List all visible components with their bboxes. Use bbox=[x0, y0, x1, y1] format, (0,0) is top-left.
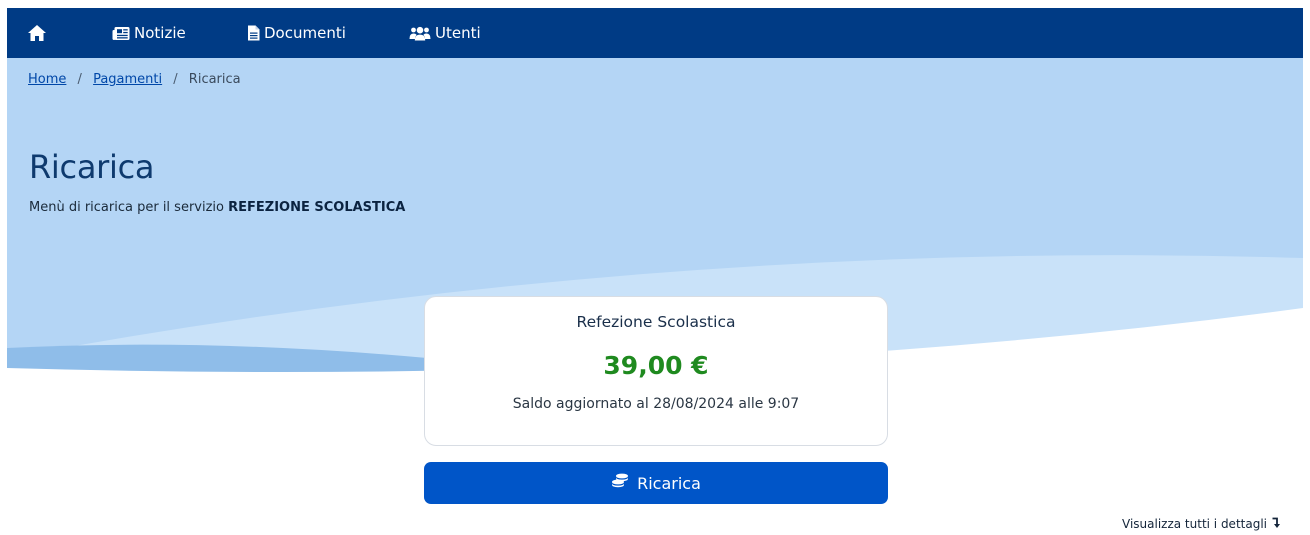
breadcrumb: Home / Pagamenti / Ricarica bbox=[28, 72, 241, 87]
recharge-button[interactable]: Ricarica bbox=[424, 462, 888, 504]
page-title: Ricarica bbox=[29, 148, 155, 186]
nav-label-notizie: Notizie bbox=[134, 24, 186, 42]
newspaper-icon bbox=[112, 26, 130, 41]
details-link-label: Visualizza tutti i dettagli bbox=[1122, 516, 1267, 531]
nav-label-documenti: Documenti bbox=[264, 24, 346, 42]
nav-item-notizie[interactable]: Notizie bbox=[112, 8, 186, 58]
breadcrumb-pagamenti[interactable]: Pagamenti bbox=[93, 72, 162, 87]
top-navbar: Notizie Documenti Utenti bbox=[7, 8, 1303, 58]
subtitle-service: REFEZIONE SCOLASTICA bbox=[228, 200, 406, 215]
home-icon bbox=[27, 24, 47, 42]
view-details-link[interactable]: Visualizza tutti i dettagli bbox=[1122, 515, 1282, 532]
recharge-button-label: Ricarica bbox=[637, 473, 701, 493]
subtitle-text: Menù di ricarica per il servizio bbox=[29, 200, 229, 215]
nav-label-utenti: Utenti bbox=[435, 24, 481, 42]
breadcrumb-separator: / bbox=[173, 72, 178, 87]
balance-card: Refezione Scolastica 39,00 € Saldo aggio… bbox=[424, 296, 888, 446]
nav-item-utenti[interactable]: Utenti bbox=[409, 8, 481, 58]
breadcrumb-home[interactable]: Home bbox=[28, 72, 66, 87]
balance-card-title: Refezione Scolastica bbox=[576, 313, 736, 331]
breadcrumb-current: Ricarica bbox=[188, 72, 241, 87]
users-icon bbox=[409, 26, 431, 41]
nav-item-documenti[interactable]: Documenti bbox=[247, 8, 346, 58]
nav-home[interactable] bbox=[27, 8, 47, 58]
breadcrumb-separator: / bbox=[77, 72, 82, 87]
page-subtitle: Menù di ricarica per il servizio REFEZIO… bbox=[29, 200, 405, 215]
coins-icon bbox=[611, 473, 637, 493]
document-icon bbox=[247, 25, 260, 41]
arrow-down-turn-icon bbox=[1267, 515, 1282, 532]
balance-amount: 39,00 € bbox=[603, 351, 709, 380]
page: Notizie Documenti Utenti Home / Pagament… bbox=[0, 0, 1310, 535]
balance-updated-text: Saldo aggiornato al 28/08/2024 alle 9:07 bbox=[512, 396, 800, 412]
